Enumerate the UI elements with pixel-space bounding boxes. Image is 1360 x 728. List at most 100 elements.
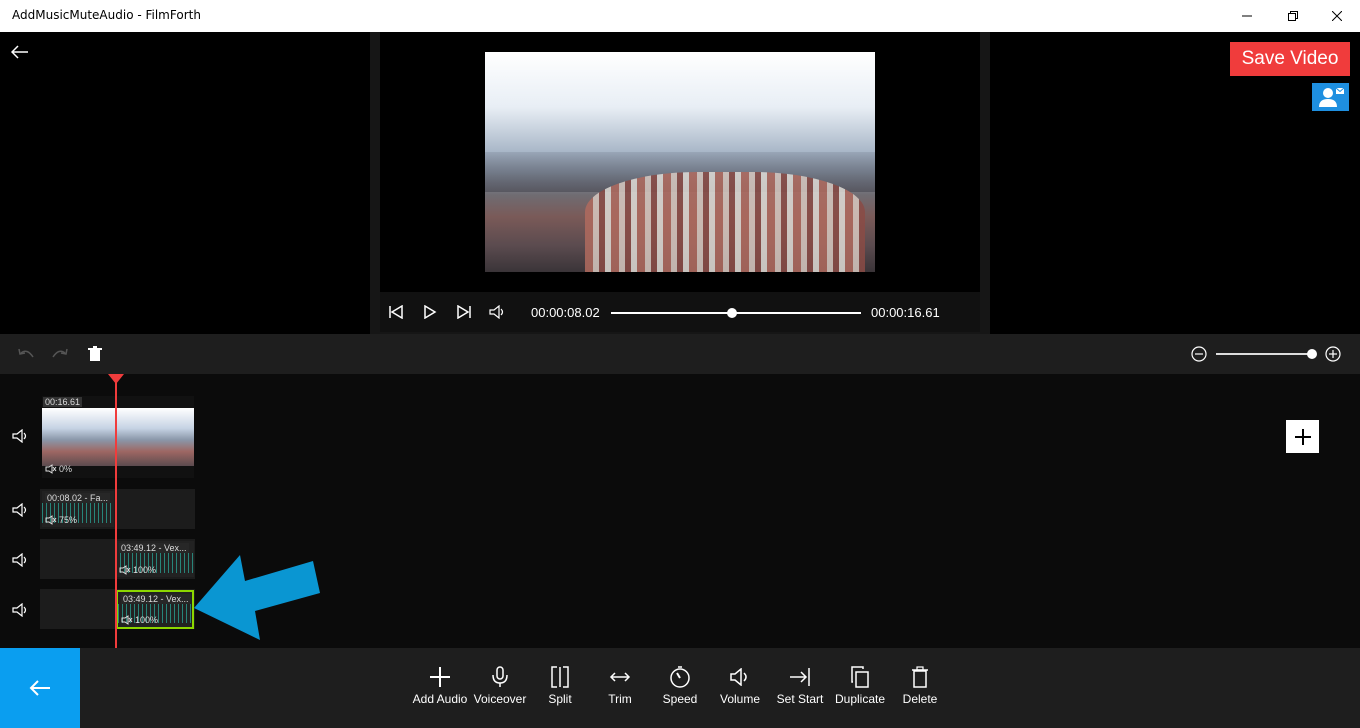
- video-volume-badge: 0%: [45, 464, 72, 474]
- duplicate-icon: [851, 666, 869, 688]
- zoom-thumb[interactable]: [1307, 349, 1317, 359]
- speed-icon: [670, 666, 690, 688]
- audio-clip-3-label: 03:49.12 - Vex...: [121, 594, 191, 604]
- video-volume-value: 0%: [59, 464, 73, 474]
- audio-clip-3-selected[interactable]: 03:49.12 - Vex... 100%: [116, 590, 194, 629]
- zoom-in-button[interactable]: [1323, 344, 1343, 364]
- preview-frame: [485, 52, 875, 272]
- speaker-icon: [12, 429, 27, 443]
- tool-voiceover[interactable]: Voiceover: [470, 664, 530, 710]
- muted-speaker-icon: [121, 615, 133, 625]
- add-track-button[interactable]: [1286, 420, 1319, 453]
- speaker-icon: [12, 553, 27, 567]
- split-icon: [551, 666, 569, 688]
- audio-clip-1-label: 00:08.02 - Fa...: [45, 493, 111, 503]
- tool-split-label: Split: [548, 692, 572, 706]
- zoom-out-button[interactable]: [1189, 344, 1209, 364]
- audio-clip-3-volume-value: 100%: [135, 615, 159, 625]
- video-thumbnail: [42, 408, 194, 466]
- edit-toolbar: [0, 334, 1360, 374]
- skip-forward-icon: [457, 305, 471, 319]
- tool-duplicate[interactable]: Duplicate: [830, 664, 890, 710]
- audio-clip-2[interactable]: 03:49.12 - Vex... 100%: [116, 541, 194, 577]
- pointer-arrow-icon: [194, 555, 320, 640]
- video-track-volume-button[interactable]: [10, 426, 32, 446]
- tool-speed[interactable]: Speed: [650, 664, 710, 710]
- playhead[interactable]: [115, 374, 117, 648]
- title-bar: AddMusicMuteAudio - FilmForth: [0, 0, 1360, 32]
- speaker-icon: [12, 503, 27, 517]
- tool-speed-label: Speed: [662, 692, 698, 706]
- mute-button[interactable]: [488, 302, 508, 322]
- tool-delete-label: Delete: [902, 692, 938, 706]
- redo-icon: [52, 348, 68, 358]
- play-button[interactable]: [420, 302, 440, 322]
- speaker-icon: [12, 603, 27, 617]
- close-button[interactable]: [1314, 0, 1360, 32]
- delete-clip-button[interactable]: [85, 344, 105, 364]
- tool-add-audio[interactable]: Add Audio: [410, 664, 470, 710]
- back-button[interactable]: [8, 40, 32, 64]
- video-clip[interactable]: 00:16.61 0%: [42, 396, 194, 478]
- microphone-icon: [492, 666, 508, 687]
- minimize-button[interactable]: [1224, 0, 1270, 32]
- undo-button[interactable]: [16, 344, 36, 364]
- current-time: 00:00:08.02: [531, 305, 600, 320]
- audio2-track-volume-button[interactable]: [10, 550, 32, 570]
- tool-delete[interactable]: Delete: [890, 664, 950, 710]
- player-controls: 00:00:08.02 00:00:16.61: [380, 292, 980, 332]
- audio-clip-2-volume-value: 100%: [133, 565, 157, 575]
- tool-voiceover-label: Voiceover: [473, 692, 527, 706]
- audio1-track-volume-button[interactable]: [10, 500, 32, 520]
- seek-thumb[interactable]: [726, 308, 737, 318]
- set-start-icon: [790, 668, 810, 686]
- window-title: AddMusicMuteAudio - FilmForth: [12, 8, 201, 22]
- play-icon: [424, 305, 437, 319]
- seek-slider[interactable]: [611, 308, 861, 318]
- zoom-slider[interactable]: [1216, 349, 1317, 359]
- bottom-back-button[interactable]: [0, 648, 80, 728]
- muted-speaker-icon: [45, 515, 57, 525]
- muted-speaker-icon: [119, 565, 131, 575]
- tool-volume-label: Volume: [719, 692, 761, 706]
- minimize-icon: [1242, 15, 1252, 17]
- audio-clip-1[interactable]: 00:08.02 - Fa... 75%: [42, 491, 114, 527]
- muted-speaker-icon: [45, 464, 57, 474]
- tool-split[interactable]: Split: [530, 664, 590, 710]
- speaker-icon: [489, 305, 504, 319]
- redo-button[interactable]: [50, 344, 70, 364]
- tool-add-audio-label: Add Audio: [412, 692, 468, 706]
- audio-clip-1-volume-value: 75%: [59, 515, 78, 525]
- skip-back-button[interactable]: [386, 302, 406, 322]
- audio-clip-1-volume: 75%: [45, 515, 77, 525]
- audio-clip-2-volume: 100%: [119, 565, 156, 575]
- zoom-out-icon: [1191, 346, 1207, 362]
- maximize-button[interactable]: [1270, 0, 1316, 32]
- undo-icon: [18, 348, 34, 358]
- trash-icon: [912, 666, 928, 688]
- plus-icon: [1294, 428, 1311, 445]
- contact-button[interactable]: [1312, 83, 1349, 111]
- audio3-track-volume-button[interactable]: [10, 600, 32, 620]
- tool-trim-label: Trim: [608, 692, 632, 706]
- total-time: 00:00:16.61: [871, 305, 940, 320]
- playhead-handle[interactable]: [108, 374, 124, 384]
- tool-volume[interactable]: Volume: [710, 664, 770, 710]
- save-video-button[interactable]: Save Video: [1230, 42, 1350, 76]
- arrow-left-icon: [29, 680, 50, 696]
- arrow-left-icon: [11, 45, 28, 59]
- video-duration: 00:16.61: [43, 397, 83, 407]
- contact-icon: [1318, 87, 1344, 107]
- audio-clip-3-volume: 100%: [121, 615, 158, 625]
- tool-set-start[interactable]: Set Start: [770, 664, 830, 710]
- bottom-toolbar: Add Audio Voiceover Split Trim Speed Vol…: [0, 648, 1360, 728]
- trash-icon: [88, 346, 102, 361]
- close-icon: [1332, 11, 1342, 21]
- tool-trim[interactable]: Trim: [590, 664, 650, 710]
- tool-set-start-label: Set Start: [776, 692, 824, 706]
- skip-forward-button[interactable]: [454, 302, 474, 322]
- tool-duplicate-label: Duplicate: [834, 692, 886, 706]
- volume-icon: [730, 668, 747, 686]
- skip-back-icon: [389, 305, 403, 319]
- plus-icon: [430, 667, 450, 687]
